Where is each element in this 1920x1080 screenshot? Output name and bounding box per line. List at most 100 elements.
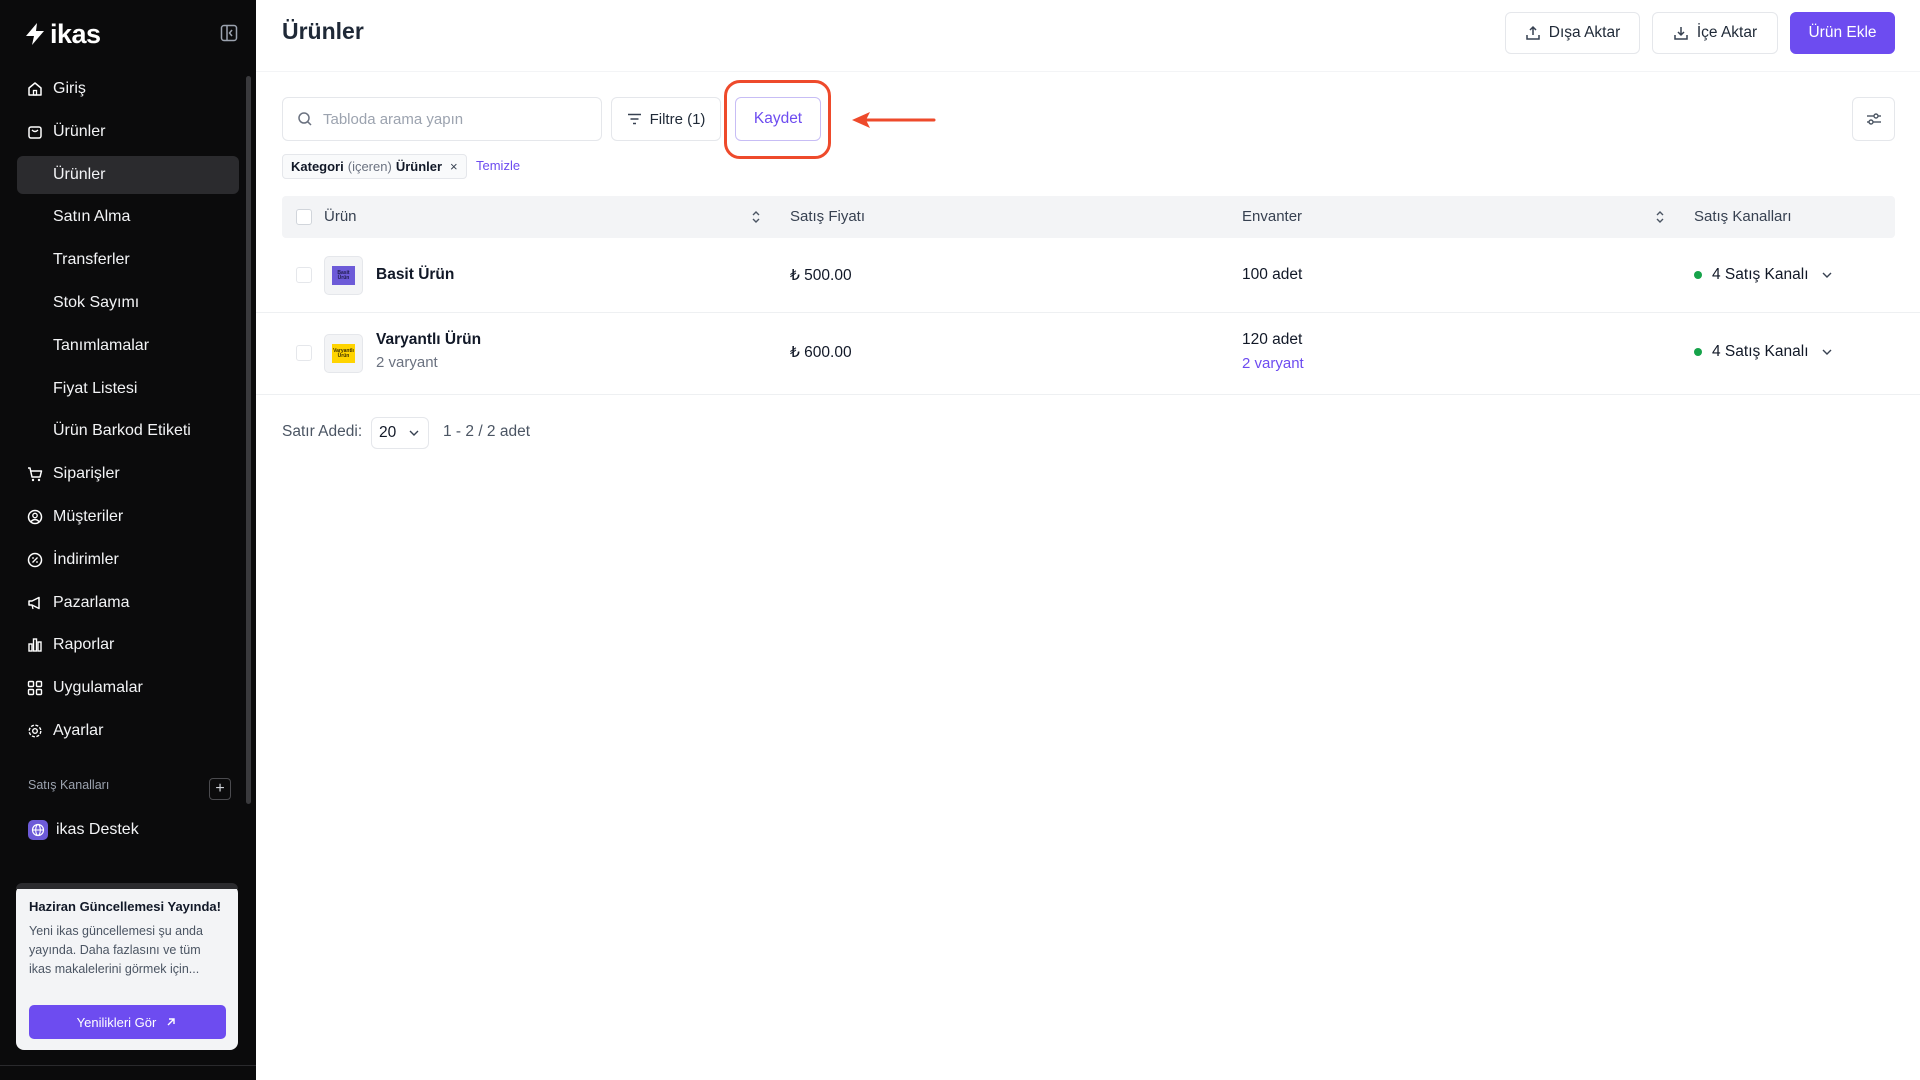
sales-channels-label: 4 Satış Kanalı	[1712, 343, 1809, 360]
table-search[interactable]	[282, 97, 602, 141]
sidebar-subitem-purchasing[interactable]: Satın Alma	[17, 198, 239, 236]
sidebar-item-apps[interactable]: Uygulamalar	[17, 669, 239, 707]
upload-icon	[1526, 25, 1540, 40]
table-row[interactable]: Varyantlı Ürün Varyantlı Ürün 2 varyant …	[256, 313, 1920, 395]
store-label: ikas Destek	[56, 821, 139, 838]
external-arrow-icon	[167, 1018, 176, 1026]
promo-title: Haziran Güncellemesi Yayında!	[29, 899, 221, 914]
save-view-button[interactable]: Kaydet	[735, 97, 821, 141]
filter-button[interactable]: Filtre (1)	[611, 97, 721, 141]
sidebar-item-customers[interactable]: Müşteriler	[17, 498, 239, 536]
variant-count: 2 varyant	[376, 354, 438, 371]
page-title: Ürünler	[282, 18, 364, 44]
sidebar-nav: Giriş Ürünler Ürünler Satın Alma Transfe…	[17, 70, 239, 755]
bar-chart-icon	[28, 638, 42, 653]
filter-chip[interactable]: Kategori (içeren) Ürünler ×	[282, 154, 467, 179]
sidebar-item-products[interactable]: Ürünler	[17, 113, 239, 151]
sidebar-item-reports[interactable]: Raporlar	[17, 626, 239, 664]
chevron-down-icon	[409, 430, 419, 436]
sidebar-item-home[interactable]: Giriş	[17, 70, 239, 108]
product-name-link[interactable]: Varyantlı Ürün	[376, 331, 481, 349]
sidebar-item-discounts[interactable]: İndirimler	[17, 541, 239, 579]
sidebar-item-label: Stok Sayımı	[53, 293, 140, 311]
add-product-button[interactable]: Ürün Ekle	[1790, 12, 1895, 54]
sidebar-subitem-products[interactable]: Ürünler	[17, 155, 239, 194]
plus-icon: +	[215, 780, 225, 797]
sidebar-item-label: Transferler	[53, 251, 130, 269]
bolt-logo-icon	[26, 23, 44, 45]
sidebar-subitem-transfers[interactable]: Transferler	[17, 241, 239, 279]
see-updates-label: Yenilikleri Gör	[76, 1014, 157, 1030]
status-dot-icon	[1694, 271, 1702, 279]
sidebar-subitem-barcode-label[interactable]: Ürün Barkod Etiketi	[17, 412, 239, 450]
sidebar-collapse-icon[interactable]	[220, 24, 238, 42]
ikas-logo[interactable]: ikas	[24, 18, 101, 50]
clear-filters-link[interactable]: Temizle	[476, 158, 520, 173]
promo-card-edge	[16, 883, 238, 889]
sidebar-item-label: Satın Alma	[53, 208, 131, 226]
chip-remove-icon[interactable]: ×	[450, 159, 458, 174]
sidebar-item-label: Siparişler	[53, 465, 120, 483]
product-name-link[interactable]: Basit Ürün	[376, 266, 454, 284]
import-label: İçe Aktar	[1696, 24, 1758, 41]
sales-channels-label: 4 Satış Kanalı	[1712, 266, 1809, 283]
sidebar-scrollbar[interactable]	[246, 76, 251, 804]
sidebar-item-label: Ürünler	[53, 122, 106, 140]
status-dot-icon	[1694, 348, 1702, 356]
rows-per-page-select[interactable]: 20	[371, 417, 429, 449]
sidebar-item-marketing[interactable]: Pazarlama	[17, 584, 239, 622]
sidebar-item-label: Tanımlamalar	[53, 336, 150, 354]
see-updates-button[interactable]: Yenilikleri Gör	[29, 1005, 226, 1039]
header-divider	[256, 71, 1920, 72]
import-button[interactable]: İçe Aktar	[1652, 12, 1778, 54]
sidebar-item-label: Pazarlama	[53, 593, 130, 611]
column-header-inventory[interactable]: Envanter	[1242, 208, 1302, 225]
pagination-range: 1 - 2 / 2 adet	[443, 423, 531, 440]
sidebar-item-label: İndirimler	[53, 550, 119, 568]
sidebar-divider	[0, 1065, 256, 1066]
product-thumbnail: Varyantlı Ürün	[324, 334, 363, 373]
user-circle-icon	[27, 509, 43, 525]
export-button[interactable]: Dışa Aktar	[1505, 12, 1640, 54]
search-input[interactable]	[323, 110, 583, 128]
column-header-sales-channels: Satış Kanalları	[1694, 208, 1792, 225]
add-sales-channel-button[interactable]: +	[209, 778, 231, 800]
sort-icon[interactable]	[1654, 209, 1666, 225]
gear-icon	[28, 724, 42, 738]
chip-value: Ürünler	[395, 159, 443, 174]
discount-icon	[27, 552, 43, 568]
sidebar-subitem-stock-count[interactable]: Stok Sayımı	[17, 284, 239, 322]
export-label: Dışa Aktar	[1548, 24, 1621, 41]
sidebar-subitem-definitions[interactable]: Tanımlamalar	[17, 327, 239, 365]
megaphone-icon	[28, 596, 40, 609]
sales-channels-dropdown[interactable]: 4 Satış Kanalı	[1694, 266, 1833, 284]
variants-link[interactable]: 2 varyant	[1242, 355, 1304, 372]
chevron-down-icon	[1822, 272, 1832, 278]
row-checkbox[interactable]	[296, 267, 312, 283]
sidebar-item-label: Fiyat Listesi	[53, 379, 138, 397]
product-tag-icon	[28, 126, 42, 139]
column-header-product[interactable]: Ürün	[324, 208, 357, 225]
sidebar-item-store[interactable]: ikas Destek	[28, 820, 139, 840]
select-all-checkbox[interactable]	[296, 209, 312, 225]
table-settings-button[interactable]	[1852, 97, 1895, 141]
table-row[interactable]: Basit Ürün Basit Ürün ₺ 500.00 100 adet …	[256, 238, 1920, 313]
sort-icon[interactable]	[750, 209, 762, 225]
sidebar-item-label: Uygulamalar	[53, 679, 143, 697]
sidebar-subitem-price-list[interactable]: Fiyat Listesi	[17, 370, 239, 408]
sidebar-item-label: Giriş	[53, 80, 86, 97]
chip-field: Kategori	[291, 159, 344, 174]
sidebar-item-settings[interactable]: Ayarlar	[17, 712, 239, 750]
pointer-arrow-annotation	[852, 112, 936, 128]
chevron-down-icon	[1822, 349, 1832, 355]
price-cell: ₺ 500.00	[790, 267, 852, 284]
sidebar-item-orders[interactable]: Siparişler	[17, 455, 239, 493]
row-checkbox[interactable]	[296, 345, 312, 361]
sidebar: ikas Giriş Ürünler Ürünler Satın Alma Tr…	[0, 0, 256, 1080]
download-icon	[1674, 27, 1688, 40]
price-cell: ₺ 600.00	[790, 344, 852, 361]
sales-channels-dropdown[interactable]: 4 Satış Kanalı	[1694, 343, 1833, 361]
add-product-label: Ürün Ekle	[1808, 24, 1877, 41]
sidebar-item-label: Müşteriler	[53, 507, 124, 525]
search-icon	[298, 112, 312, 126]
